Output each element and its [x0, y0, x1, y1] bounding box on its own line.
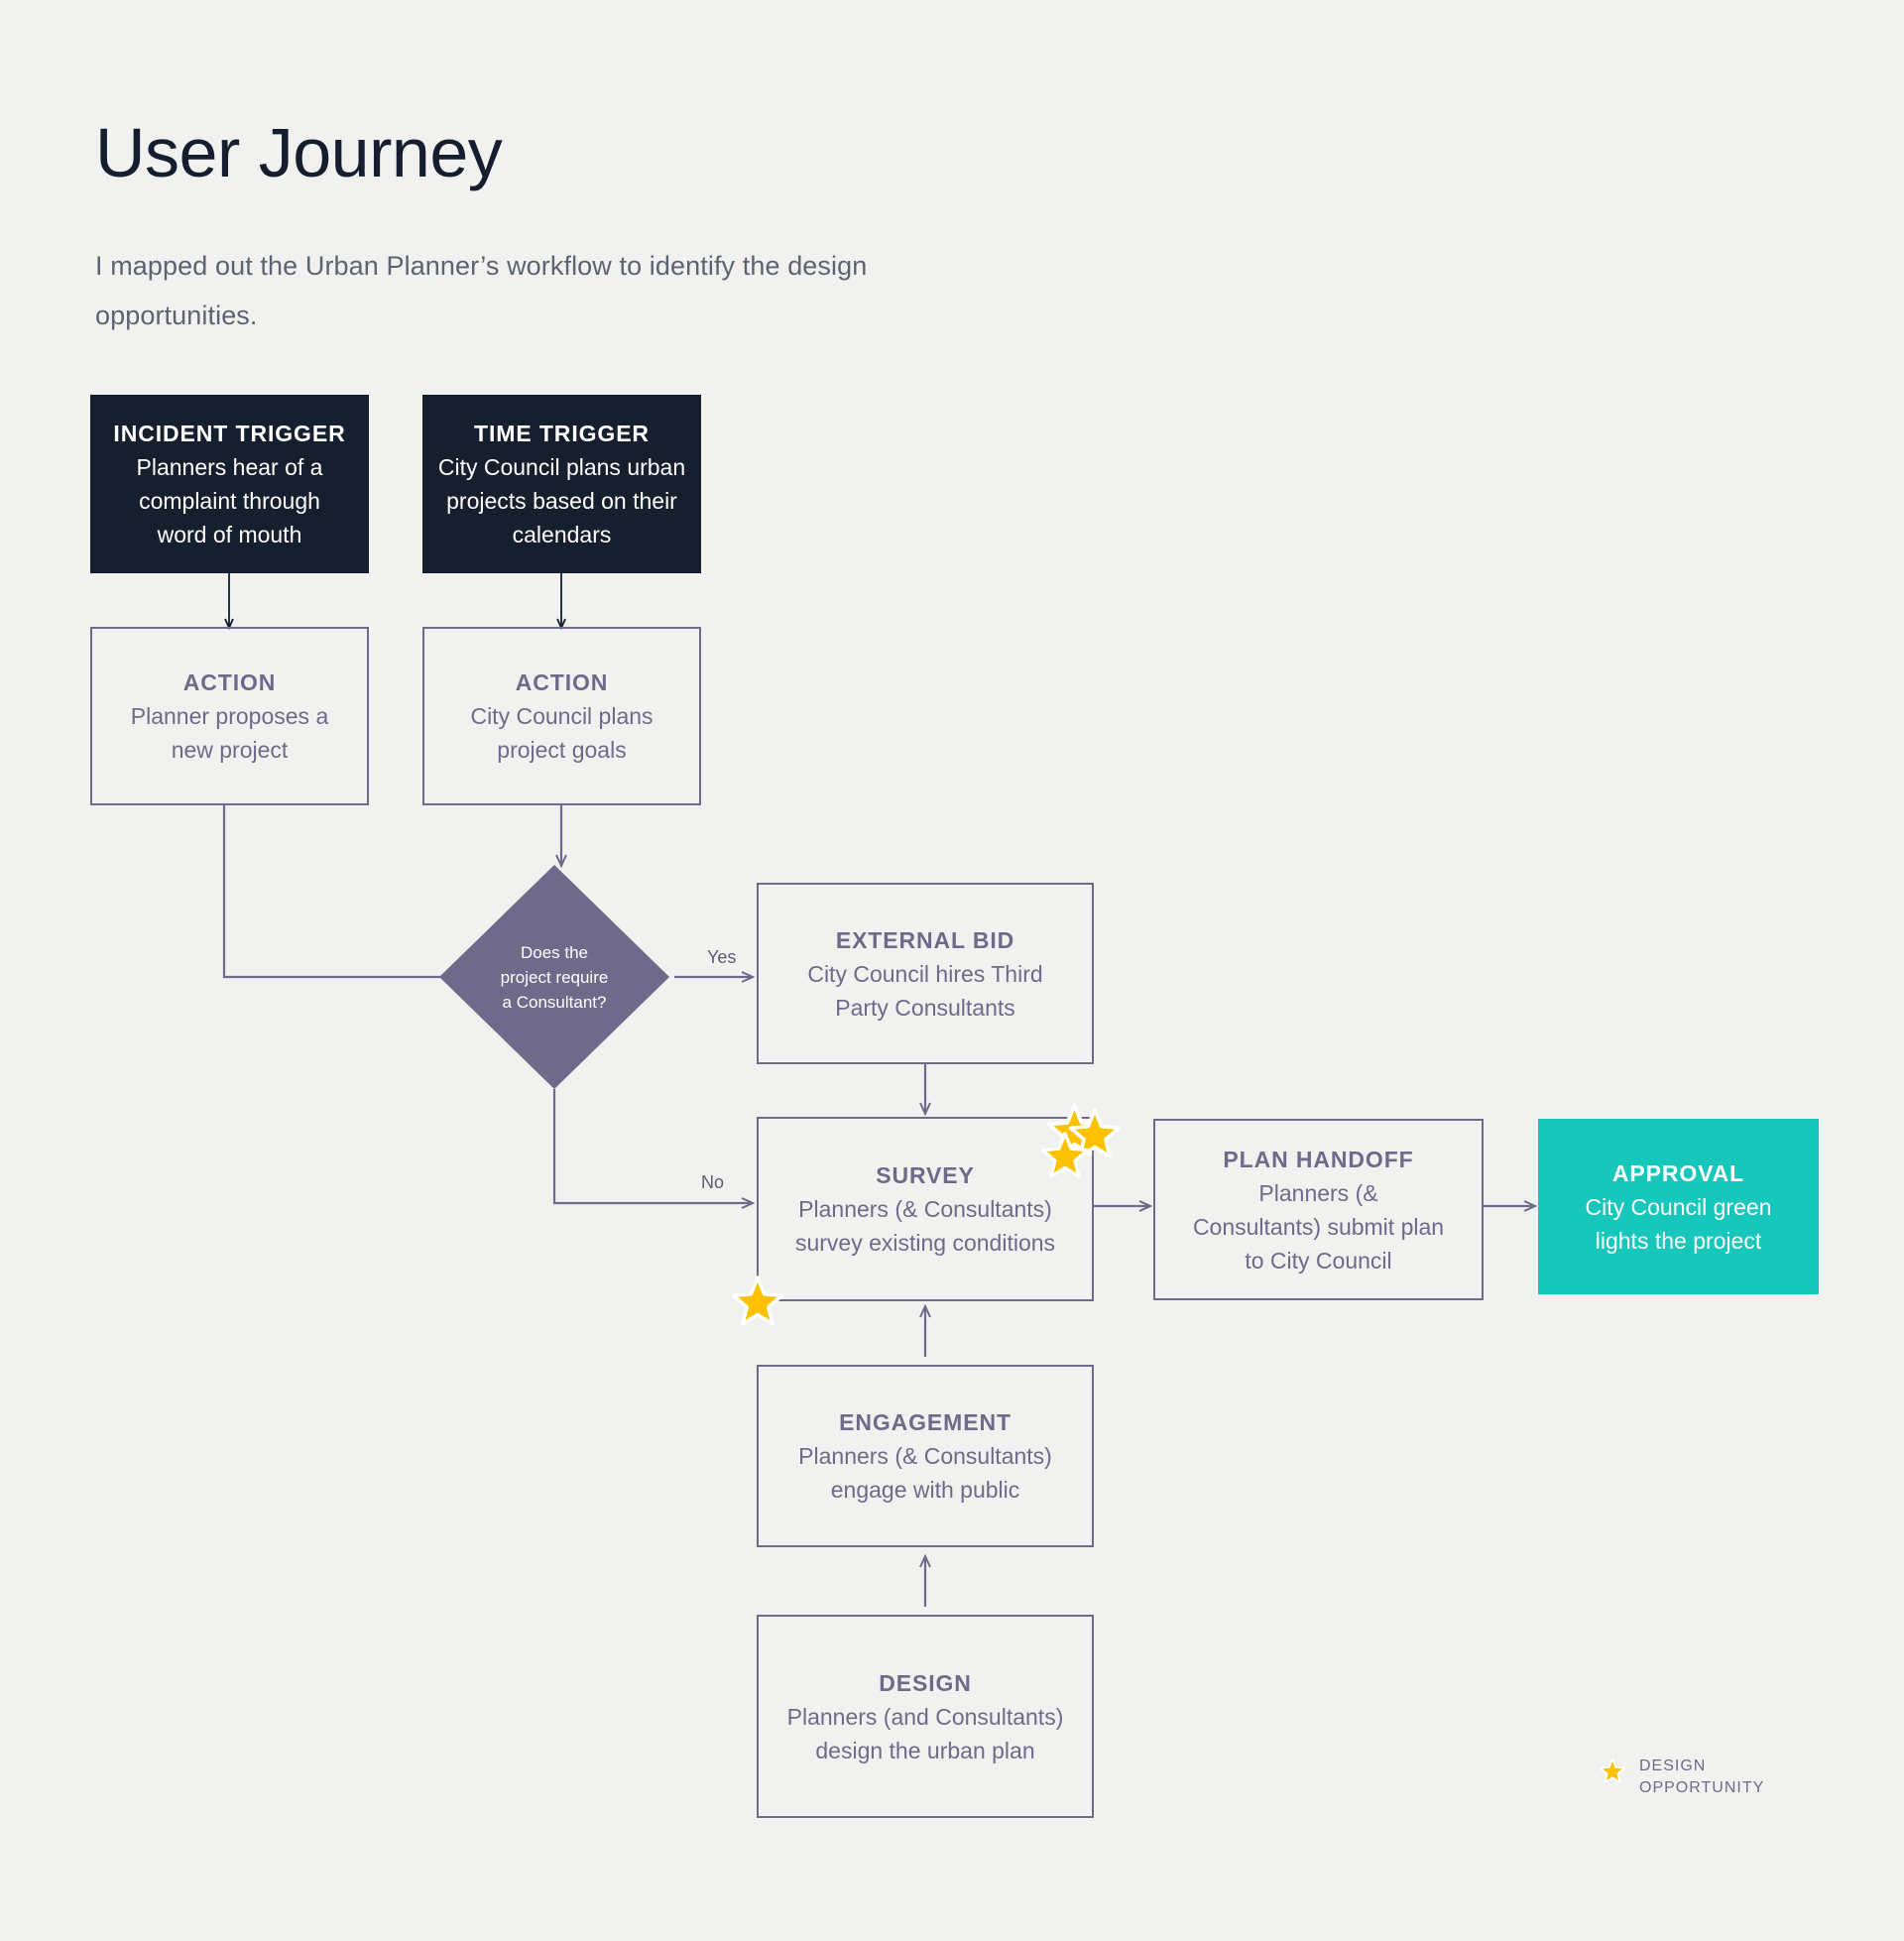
legend-star-icon: [1600, 1758, 1625, 1783]
node-incident-trigger-title: INCIDENT TRIGGER: [113, 421, 346, 446]
legend: DESIGN OPPORTUNITY: [1600, 1756, 1764, 1799]
node-external-bid[interactable]: EXTERNAL BID City Council hires Third Pa…: [757, 883, 1094, 1064]
node-time-trigger-title: TIME TRIGGER: [474, 421, 650, 446]
node-plan-handoff[interactable]: PLAN HANDOFF Planners (& Consultants) su…: [1153, 1119, 1484, 1300]
node-decision-label: Does the project require a Consultant?: [500, 942, 609, 1012]
node-survey-desc: Planners (& Consultants) survey existing…: [794, 1196, 1056, 1256]
node-approval[interactable]: APPROVAL City Council green lights the p…: [1538, 1119, 1819, 1294]
node-time-trigger[interactable]: TIME TRIGGER City Council plans urban pr…: [422, 395, 701, 573]
node-action-right-desc: City Council plans project goals: [470, 703, 654, 763]
node-survey-title: SURVEY: [876, 1162, 975, 1188]
page-subtitle: I mapped out the Urban Planner’s workflo…: [95, 251, 868, 330]
node-decision-consultant[interactable]: Does the project require a Consultant?: [439, 865, 669, 1089]
node-plan-handoff-title: PLAN HANDOFF: [1223, 1146, 1414, 1172]
node-time-trigger-desc: City Council plans urban projects based …: [437, 454, 686, 547]
node-plan-handoff-desc: Planners (& Consultants) submit plan to …: [1192, 1179, 1445, 1274]
node-action-left-title: ACTION: [182, 669, 277, 695]
node-action-right-title: ACTION: [515, 669, 609, 695]
node-action-right[interactable]: ACTION City Council plans project goals: [422, 627, 701, 805]
node-design[interactable]: DESIGN Planners (and Consultants) design…: [757, 1615, 1094, 1818]
design-opportunity-star-3: [1041, 1131, 1089, 1178]
node-design-title: DESIGN: [879, 1669, 972, 1696]
edge-label-no: No: [701, 1172, 725, 1192]
node-engagement[interactable]: ENGAGEMENT Planners (& Consultants) enga…: [757, 1365, 1094, 1547]
star-icon: [1600, 1758, 1625, 1783]
star-icon: [1041, 1132, 1089, 1178]
edge-label-yes: Yes: [707, 947, 737, 967]
legend-label: DESIGN OPPORTUNITY: [1639, 1758, 1765, 1796]
node-incident-trigger[interactable]: INCIDENT TRIGGER Planners hear of a comp…: [90, 395, 369, 573]
node-action-left-desc: Planner proposes a new project: [130, 703, 329, 763]
node-engagement-title: ENGAGEMENT: [839, 1409, 1012, 1435]
node-engagement-desc: Planners (& Consultants) engage with pub…: [798, 1443, 1052, 1503]
star-icon: [732, 1275, 783, 1326]
node-action-left[interactable]: ACTION Planner proposes a new project: [90, 627, 369, 805]
design-opportunity-star-4: [732, 1274, 783, 1326]
node-external-bid-title: EXTERNAL BID: [835, 926, 1015, 953]
node-design-desc: Planners (and Consultants) design the ur…: [786, 1703, 1064, 1763]
node-incident-trigger-desc: Planners hear of a complaint through wor…: [136, 454, 323, 547]
page-title: User Journey: [95, 114, 503, 191]
diagram-canvas: User Journey I mapped out the Urban Plan…: [0, 0, 1904, 1941]
node-approval-desc: City Council green lights the project: [1585, 1193, 1772, 1254]
node-external-bid-desc: City Council hires Third Party Consultan…: [807, 960, 1043, 1021]
node-approval-title: APPROVAL: [1611, 1159, 1745, 1186]
